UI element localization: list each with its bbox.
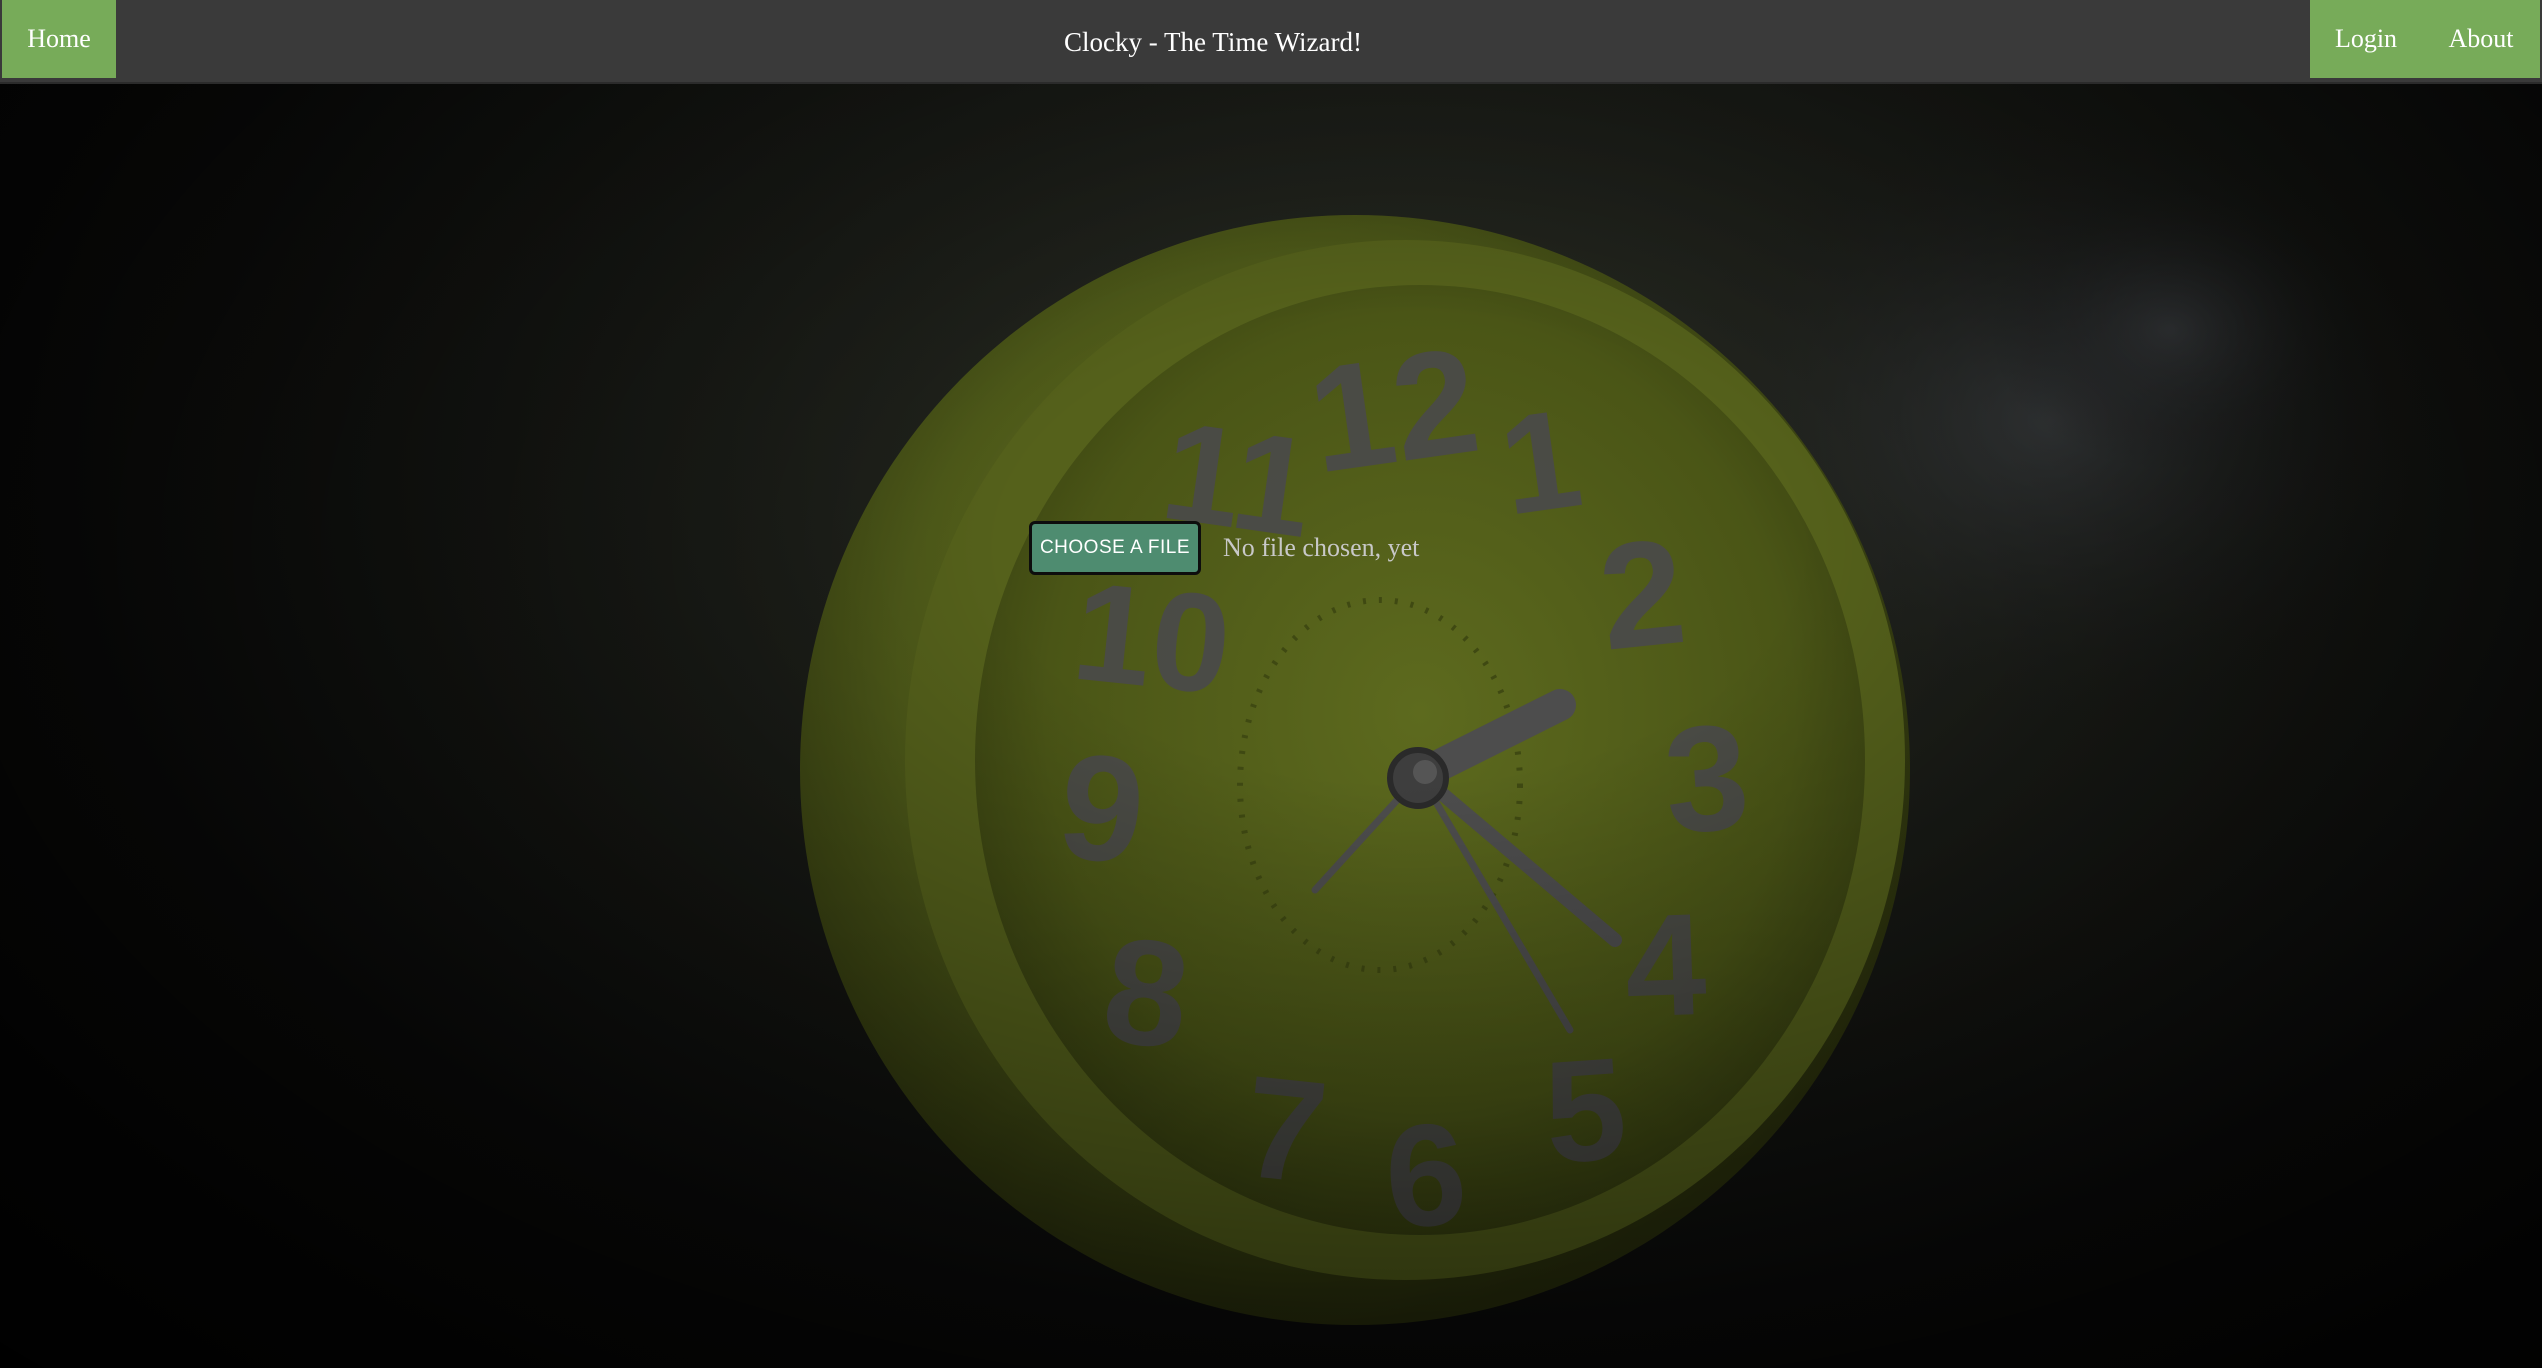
numeral-9: 9: [1052, 720, 1153, 896]
file-status-text: No file chosen, yet: [1223, 533, 1420, 562]
numeral-4: 4: [1622, 883, 1708, 1048]
numeral-10: 10: [1066, 552, 1237, 724]
numeral-7: 7: [1237, 1045, 1334, 1215]
page: 12 1 2 3 4 5 6 7 8 9 10 11 Clocky - The …: [0, 0, 2542, 1368]
numeral-2: 2: [1592, 506, 1693, 682]
numeral-12: 12: [1299, 315, 1488, 505]
file-upload: CHOOSE A FILE No file chosen, yet: [1029, 520, 1419, 576]
numeral-8: 8: [1096, 905, 1197, 1081]
numeral-5: 5: [1539, 1027, 1631, 1194]
choose-file-button[interactable]: CHOOSE A FILE: [1029, 521, 1201, 575]
numeral-6: 6: [1380, 1092, 1472, 1259]
login-button[interactable]: Login: [2310, 0, 2422, 78]
numeral-3: 3: [1659, 692, 1754, 865]
top-navbar: Clocky - The Time Wizard! Home Login Abo…: [0, 0, 2542, 84]
clock-center-pin: [1413, 760, 1437, 784]
clock-background-image: 12 1 2 3 4 5 6 7 8 9 10 11: [800, 120, 2430, 1325]
page-title: Clocky - The Time Wizard!: [1064, 27, 1362, 57]
cloud-shape: [1990, 190, 2350, 470]
home-button[interactable]: Home: [2, 0, 116, 78]
about-button[interactable]: About: [2422, 0, 2540, 78]
